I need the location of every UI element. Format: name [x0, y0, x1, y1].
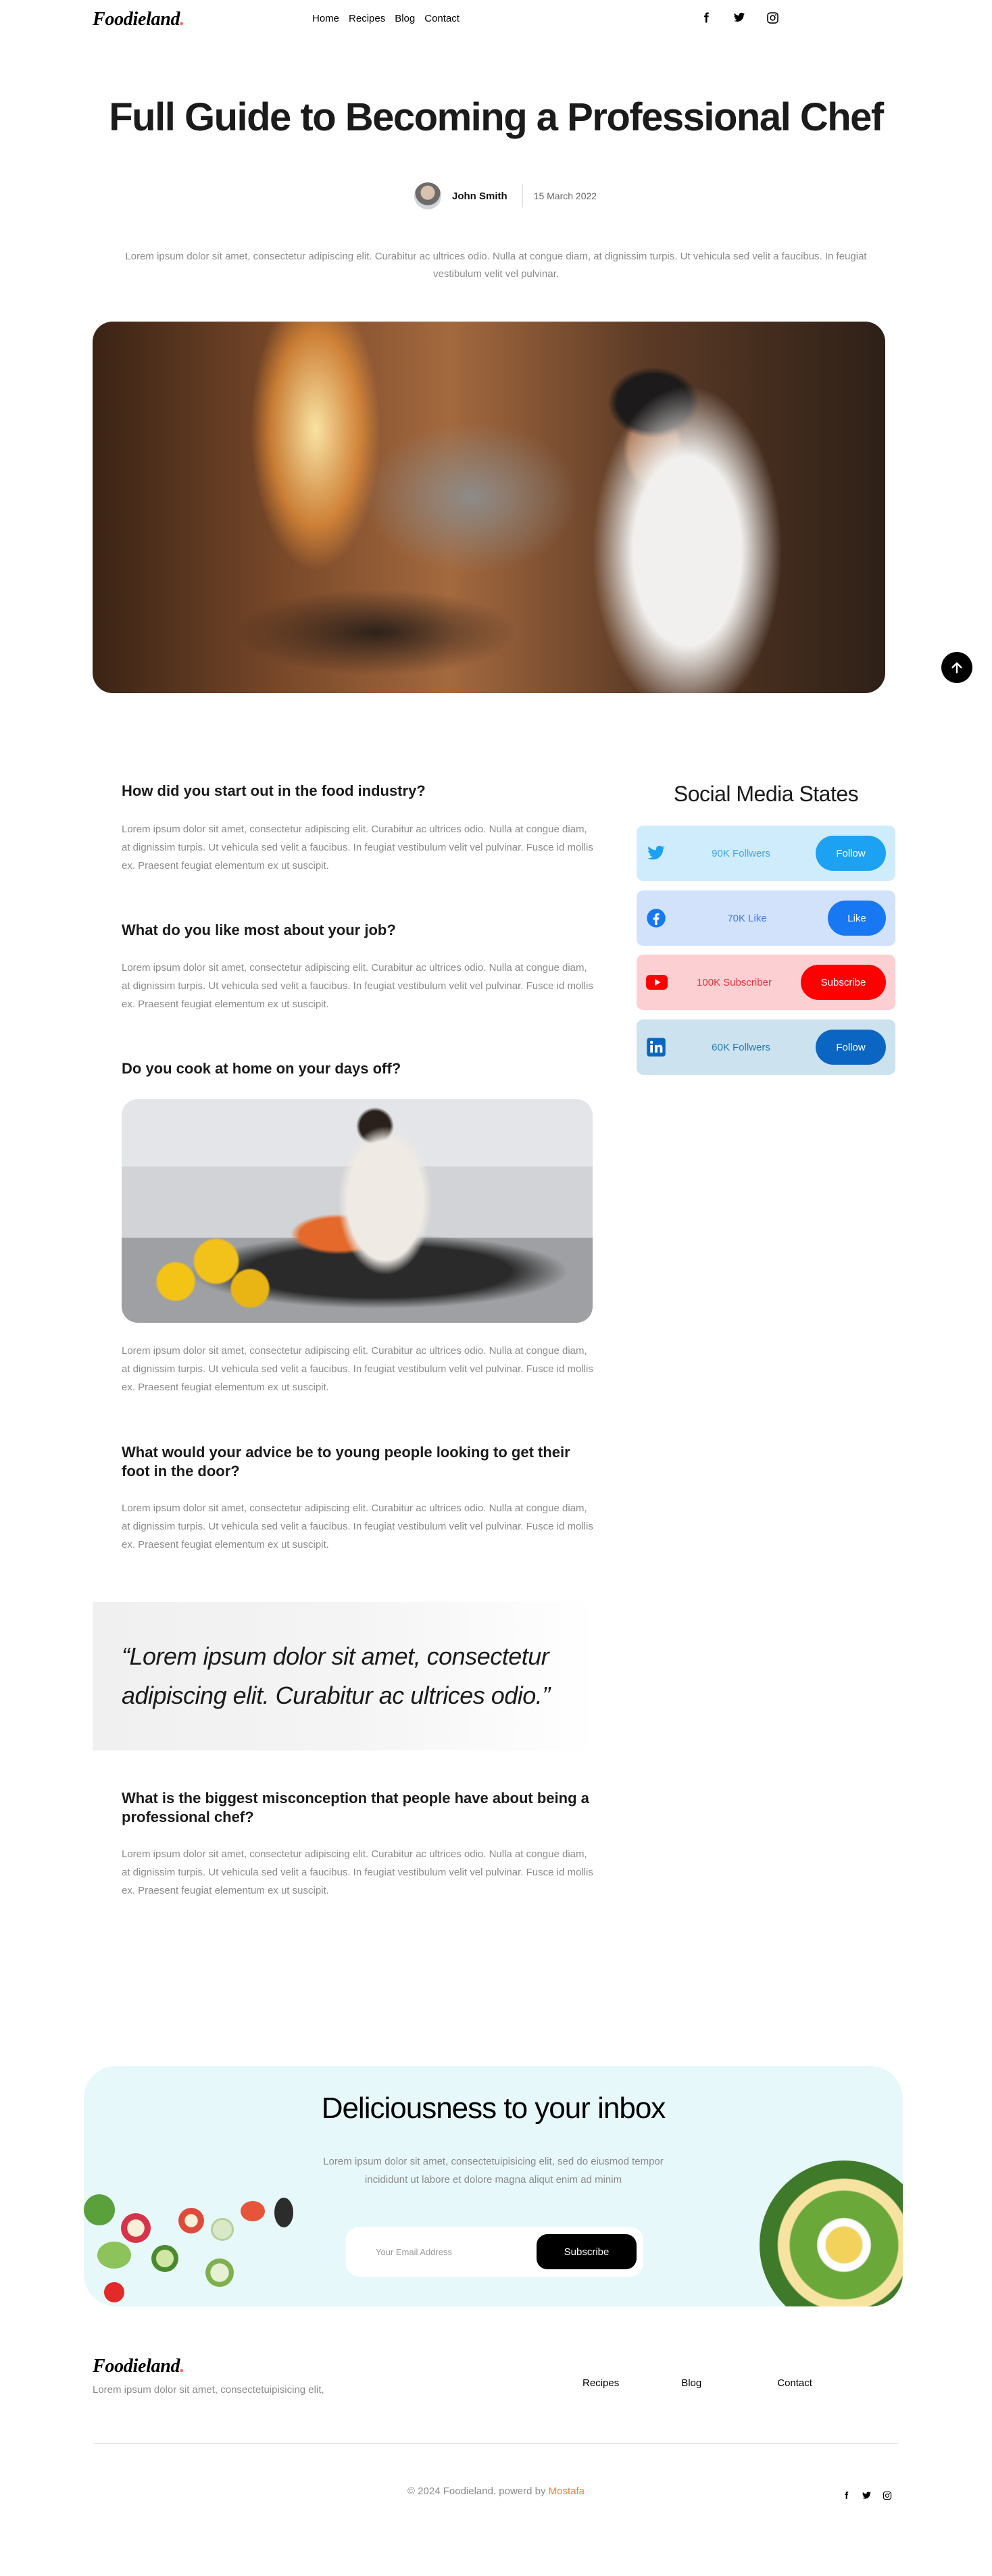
answer-paragraph: Lorem ipsum dolor sit amet, consectetur … — [122, 1502, 593, 1550]
facebook-stats-card: 70K Like Like — [637, 890, 895, 946]
article-intro: Lorem ipsum dolor sit amet, consectetur … — [125, 251, 867, 280]
header-social-links — [700, 11, 779, 24]
vegetables-decoration — [84, 2181, 307, 2306]
linkedin-stats-card: 60K Follwers Follow — [637, 1019, 895, 1075]
footer-link-blog[interactable]: Blog — [681, 2377, 701, 2389]
question-heading: Do you cook at home on your days off? — [122, 1060, 401, 1077]
facebook-icon[interactable] — [842, 2490, 851, 2500]
footer-description: Lorem ipsum dolor sit amet, consectetuip… — [93, 2384, 324, 2396]
newsletter-title: Deliciousness to your inbox — [321, 2092, 666, 2125]
logo-text: Foodieland — [93, 9, 180, 30]
sidebar-title: Social Media States — [673, 782, 859, 806]
youtube-icon[interactable] — [646, 974, 668, 990]
footer-logo-text: Foodieland — [93, 2356, 180, 2377]
answer-paragraph: Lorem ipsum dolor sit amet, consectetur … — [122, 824, 593, 872]
linkedin-follower-count: 60K Follwers — [712, 1041, 770, 1053]
woman-cooking-image — [122, 1099, 593, 1323]
youtube-subscribe-button[interactable]: Subscribe — [801, 965, 886, 1000]
newsletter-description: Lorem ipsum dolor sit amet, consectetuip… — [323, 2156, 664, 2186]
nav-recipes[interactable]: Recipes — [349, 13, 385, 24]
publish-date: 15 March 2022 — [533, 191, 597, 201]
facebook-icon[interactable] — [700, 11, 712, 24]
facebook-icon[interactable] — [646, 908, 666, 928]
footer-logo[interactable]: Foodieland. — [93, 2356, 184, 2377]
copyright-text: © 2024 Foodieland. powerd by — [407, 2485, 546, 2497]
newsletter-form: Subscribe — [346, 2227, 643, 2277]
twitter-follower-count: 90K Follwers — [712, 847, 770, 859]
site-logo[interactable]: Foodieland. — [93, 9, 184, 30]
nav-home[interactable]: Home — [312, 13, 339, 24]
footer-divider — [93, 2443, 898, 2444]
pull-quote: “Lorem ipsum dolor sit amet, consectetur… — [93, 1602, 598, 1750]
facebook-like-button[interactable]: Like — [828, 901, 886, 936]
subscribe-button[interactable]: Subscribe — [537, 2234, 637, 2269]
author-link[interactable]: Mostafa — [549, 2485, 585, 2497]
youtube-stats-card: 100K Subscriber Subscribe — [637, 955, 895, 1010]
footer-nav: Recipes Blog Contact — [582, 2377, 812, 2389]
meta-divider — [522, 184, 523, 207]
footer-link-contact[interactable]: Contact — [777, 2377, 812, 2389]
email-input[interactable] — [376, 2246, 537, 2257]
question-heading: What would your advice be to young peopl… — [122, 1444, 570, 1480]
scroll-to-top-button[interactable] — [941, 652, 972, 683]
twitter-follow-button[interactable]: Follow — [816, 836, 886, 871]
footer-logo-dot: . — [180, 2356, 184, 2377]
twitter-icon[interactable] — [733, 11, 746, 24]
question-heading: What is the biggest misconception that p… — [122, 1790, 589, 1825]
author-meta: John Smith 15 March 2022 — [414, 182, 597, 209]
instagram-icon[interactable] — [883, 2491, 892, 2500]
question-heading: What do you like most about your job? — [122, 921, 396, 938]
arrow-up-icon — [951, 662, 962, 674]
hero-image-chef — [93, 322, 885, 693]
linkedin-follow-button[interactable]: Follow — [816, 1030, 886, 1065]
salad-bowl-decoration — [760, 2161, 903, 2306]
twitter-icon[interactable] — [646, 844, 666, 863]
footer-social-links — [842, 2490, 892, 2500]
nav-blog[interactable]: Blog — [395, 13, 415, 24]
author-name[interactable]: John Smith — [452, 191, 507, 202]
answer-paragraph: Lorem ipsum dolor sit amet, consectetur … — [122, 962, 593, 1010]
page-title: Full Guide to Becoming a Professional Ch… — [109, 95, 884, 139]
answer-paragraph: Lorem ipsum dolor sit amet, consectetur … — [122, 1848, 593, 1896]
instagram-icon[interactable] — [766, 11, 779, 24]
quote-text: “Lorem ipsum dolor sit amet, consectetur… — [122, 1642, 550, 1709]
twitter-stats-card: 90K Follwers Follow — [637, 826, 895, 881]
footer-link-recipes[interactable]: Recipes — [582, 2377, 619, 2389]
youtube-subscriber-count: 100K Subscriber — [697, 976, 772, 988]
avatar — [414, 182, 441, 209]
twitter-icon[interactable] — [862, 2491, 872, 2500]
logo-dot: . — [180, 9, 184, 30]
question-heading: How did you start out in the food indust… — [122, 782, 426, 799]
main-nav: Home Recipes Blog Contact — [312, 13, 460, 24]
answer-paragraph: Lorem ipsum dolor sit amet, consectetur … — [122, 1345, 593, 1393]
newsletter-section: Deliciousness to your inbox Lorem ipsum … — [84, 2066, 903, 2306]
facebook-like-count: 70K Like — [727, 912, 767, 924]
linkedin-icon[interactable] — [646, 1037, 666, 1057]
nav-contact[interactable]: Contact — [424, 13, 460, 24]
